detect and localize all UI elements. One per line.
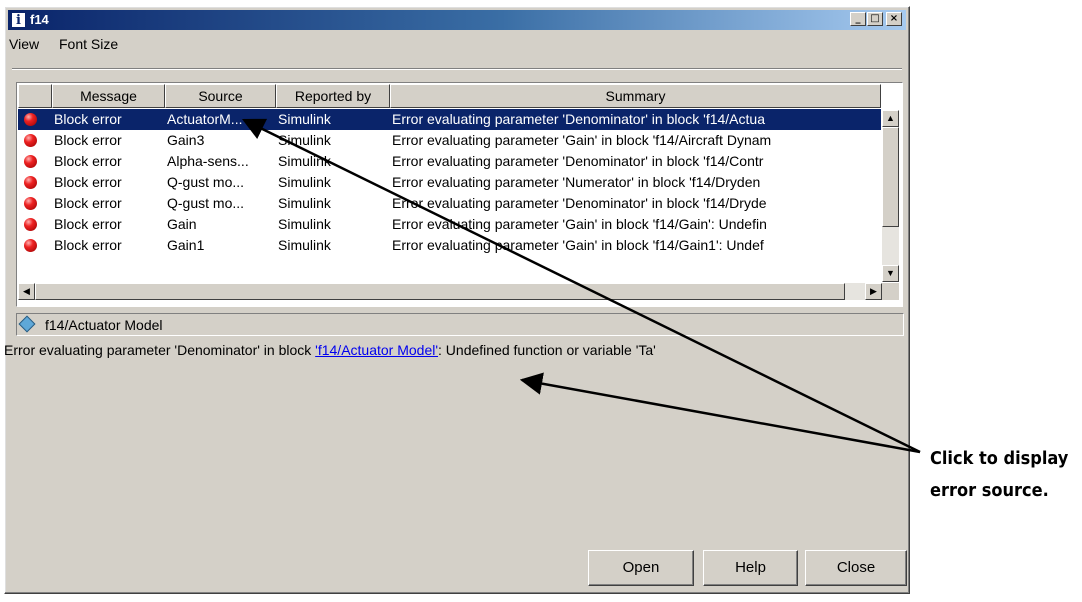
cell-reported-by: Simulink [278, 174, 331, 190]
callout-annotation: Click to display error source. [930, 443, 1068, 507]
column-header-source[interactable]: Source [165, 84, 276, 108]
table-row[interactable]: Block error Q-gust mo... Simulink Error eva… [18, 172, 881, 193]
error-dot-icon [24, 239, 37, 252]
callout-line-2: error source. [930, 480, 1049, 501]
menu-font-size[interactable]: Font Size [59, 36, 118, 52]
cell-message: Block error [54, 216, 122, 232]
help-button[interactable]: Help [703, 550, 798, 586]
selected-block-path: f14/Actuator Model [45, 317, 163, 333]
callout-line-1: Click to display [930, 448, 1069, 469]
cell-summary: Error evaluating parameter 'Denominator'… [392, 195, 767, 211]
vertical-scrollbar[interactable]: ▲ ▼ [882, 110, 899, 282]
menu-separator [12, 68, 902, 70]
cell-reported-by: Simulink [278, 216, 331, 232]
vertical-scroll-thumb[interactable] [882, 127, 899, 227]
menu-bar: View Font Size [9, 32, 905, 54]
block-diamond-icon [18, 315, 36, 333]
scroll-up-button[interactable]: ▲ [882, 110, 899, 127]
column-header-summary[interactable]: Summary [390, 84, 881, 108]
cell-summary: Error evaluating parameter 'Denominator'… [392, 153, 764, 169]
minimize-button[interactable]: _ [850, 12, 866, 26]
cell-source: Gain [167, 216, 197, 232]
horizontal-scroll-thumb[interactable] [35, 283, 845, 300]
column-header-reported-by[interactable]: Reported by [276, 84, 390, 108]
window-title: f14 [30, 12, 49, 27]
open-button[interactable]: Open [588, 550, 694, 586]
cell-reported-by: Simulink [278, 195, 331, 211]
error-message-prefix: Error evaluating parameter 'Denominator'… [4, 342, 316, 358]
error-source-link[interactable]: 'f14/Actuator Model' [315, 342, 438, 358]
table-row[interactable]: Block error Q-gust mo... Simulink Error eva… [18, 193, 881, 214]
scroll-corner [882, 283, 899, 300]
scroll-down-button[interactable]: ▼ [882, 265, 899, 282]
info-icon: i [11, 12, 26, 28]
cell-source: Gain1 [167, 237, 205, 253]
error-table: Message Source Reported by Summary Block… [16, 82, 903, 307]
maximize-button[interactable]: □ [867, 12, 883, 26]
cell-summary: Error evaluating parameter 'Gain' in blo… [392, 216, 767, 232]
error-message-suffix: : Undefined function or variable 'Ta' [438, 342, 656, 358]
cell-message: Block error [54, 132, 122, 148]
table-row[interactable]: Block error Gain3 Simulink Error evaluating… [18, 130, 881, 151]
cell-source: Q-gust mo... [167, 174, 245, 190]
cell-message: Block error [54, 195, 122, 211]
cell-message: Block error [54, 111, 122, 127]
cell-summary: Error evaluating parameter 'Gain' in blo… [392, 132, 772, 148]
cell-reported-by: Simulink [278, 153, 331, 169]
column-header-icon[interactable] [18, 84, 52, 108]
error-detail-message: Error evaluating parameter 'Denominator'… [4, 342, 656, 358]
error-dot-icon [24, 113, 37, 126]
cell-message: Block error [54, 174, 122, 190]
error-dot-icon [24, 176, 37, 189]
column-header-message[interactable]: Message [52, 84, 165, 108]
error-dot-icon [24, 197, 37, 210]
cell-reported-by: Simulink [278, 237, 331, 253]
error-dot-icon [24, 218, 37, 231]
table-row[interactable]: Block error ActuatorM... Simulink Error eva… [18, 109, 881, 130]
title-bar[interactable]: i f14 _ □ × [8, 10, 906, 30]
cell-summary: Error evaluating parameter 'Denominator'… [392, 111, 765, 127]
close-button[interactable]: Close [805, 550, 907, 586]
close-window-button[interactable]: × [886, 12, 902, 26]
error-dot-icon [24, 134, 37, 147]
cell-reported-by: Simulink [278, 111, 331, 127]
cell-reported-by: Simulink [278, 132, 331, 148]
table-row[interactable]: Block error Gain1 Simulink Error evaluating… [18, 235, 881, 256]
error-dot-icon [24, 155, 37, 168]
cell-source: Gain3 [167, 132, 205, 148]
scroll-left-button[interactable]: ◀ [18, 283, 35, 300]
cell-message: Block error [54, 153, 122, 169]
cell-source: Q-gust mo... [167, 195, 245, 211]
table-row[interactable]: Block error Alpha-sens... Simulink Error ev… [18, 151, 881, 172]
menu-view[interactable]: View [9, 36, 39, 52]
cell-source: ActuatorM... [167, 111, 243, 127]
cell-source: Alpha-sens... [167, 153, 249, 169]
scroll-right-button[interactable]: ▶ [865, 283, 882, 300]
horizontal-scrollbar[interactable]: ◀ ▶ [18, 283, 882, 300]
cell-summary: Error evaluating parameter 'Numerator' i… [392, 174, 761, 190]
table-row[interactable]: Block error Gain Simulink Error evaluating … [18, 214, 881, 235]
selected-block-bar: f14/Actuator Model [16, 313, 904, 336]
cell-summary: Error evaluating parameter 'Gain' in blo… [392, 237, 764, 253]
cell-message: Block error [54, 237, 122, 253]
